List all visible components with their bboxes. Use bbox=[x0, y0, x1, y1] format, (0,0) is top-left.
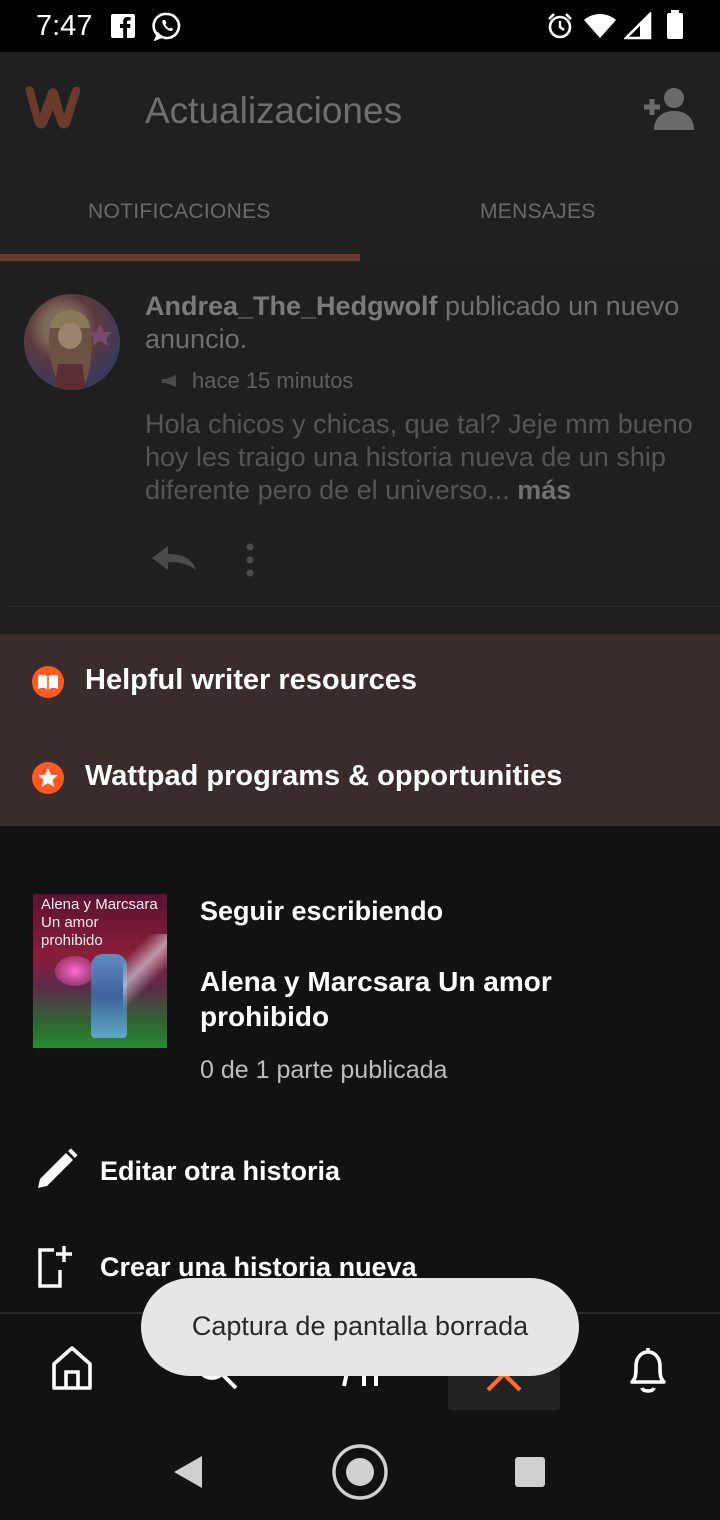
new-story-icon bbox=[38, 1246, 72, 1288]
facebook-icon bbox=[111, 14, 135, 38]
recents-icon[interactable] bbox=[514, 1456, 546, 1488]
notification-time: hace 15 minutos bbox=[192, 368, 354, 393]
tab-bar: NOTIFICACIONES MENSAJES bbox=[0, 170, 720, 262]
divider bbox=[8, 606, 720, 607]
notification-text: Andrea_The_Hedgwolf publicado un nuevo a… bbox=[145, 290, 695, 356]
status-time: 7:47 bbox=[36, 10, 93, 42]
whatsapp-icon bbox=[152, 12, 181, 41]
add-user-icon[interactable] bbox=[640, 86, 696, 130]
continue-writing-heading: Seguir escribiendo bbox=[200, 896, 444, 926]
tab-indicator bbox=[0, 254, 360, 261]
wattpad-logo-icon[interactable] bbox=[22, 82, 88, 132]
story-title[interactable]: Alena y Marcsara Un amor prohibido bbox=[200, 964, 630, 1034]
story-cover[interactable]: Alena y Marcsara Un amor prohibido bbox=[33, 894, 167, 1048]
promo-label: Wattpad programs & opportunities bbox=[85, 760, 563, 792]
signal-icon bbox=[624, 12, 652, 40]
more-link[interactable]: más bbox=[517, 475, 571, 505]
notification-username[interactable]: Andrea_The_Hedgwolf bbox=[145, 291, 438, 321]
tab-notificaciones[interactable]: NOTIFICACIONES bbox=[88, 200, 271, 224]
promo-label: Helpful writer resources bbox=[85, 664, 417, 696]
notification-body: Hola chicos y chicas, que tal? Jeje mm b… bbox=[145, 408, 705, 507]
page-title: Actualizaciones bbox=[145, 90, 403, 131]
home-button-icon[interactable] bbox=[330, 1442, 390, 1502]
system-navigation-bar bbox=[0, 1422, 720, 1520]
reply-icon[interactable] bbox=[150, 544, 198, 572]
promo-programs[interactable]: Wattpad programs & opportunities bbox=[0, 730, 720, 826]
story-parts-published: 0 de 1 parte publicada bbox=[200, 1056, 448, 1084]
toast: Captura de pantalla borrada bbox=[141, 1278, 579, 1376]
writing-sheet: Alena y Marcsara Un amor prohibido Segui… bbox=[0, 826, 720, 1314]
action-label: Editar otra historia bbox=[100, 1156, 341, 1186]
cover-art bbox=[55, 956, 95, 986]
avatar-illustration-icon bbox=[48, 310, 112, 390]
updates-screen: Actualizaciones NOTIFICACIONES MENSAJES … bbox=[0, 52, 720, 634]
alarm-icon bbox=[548, 13, 572, 39]
promo-writer-resources[interactable]: Helpful writer resources bbox=[0, 634, 720, 730]
pencil-icon bbox=[38, 1148, 78, 1188]
book-icon bbox=[32, 666, 64, 698]
tab-mensajes[interactable]: MENSAJES bbox=[480, 200, 596, 224]
avatar[interactable] bbox=[24, 294, 120, 390]
star-icon bbox=[32, 762, 64, 794]
back-icon[interactable] bbox=[172, 1454, 204, 1490]
toast-text: Captura de pantalla borrada bbox=[191, 1311, 529, 1341]
status-bar: 7:47 bbox=[0, 0, 720, 52]
notification-item[interactable]: Andrea_The_Hedgwolf publicado un nuevo a… bbox=[0, 262, 720, 632]
home-icon[interactable] bbox=[50, 1344, 94, 1392]
cover-figure bbox=[91, 954, 127, 1038]
battery-icon bbox=[667, 10, 683, 39]
cover-title: Alena y Marcsara Un amor prohibido bbox=[41, 896, 158, 949]
wifi-icon bbox=[584, 14, 616, 38]
app-bar: Actualizaciones bbox=[0, 52, 720, 170]
megaphone-icon bbox=[162, 375, 176, 387]
notifications-bell-icon[interactable] bbox=[624, 1344, 672, 1396]
edit-other-story-button[interactable]: Editar otra historia bbox=[0, 1130, 720, 1210]
promo-section: Helpful writer resources Wattpad program… bbox=[0, 634, 720, 826]
notification-body-text: Hola chicos y chicas, que tal? Jeje mm b… bbox=[145, 409, 693, 505]
overflow-menu-icon[interactable] bbox=[244, 542, 256, 578]
